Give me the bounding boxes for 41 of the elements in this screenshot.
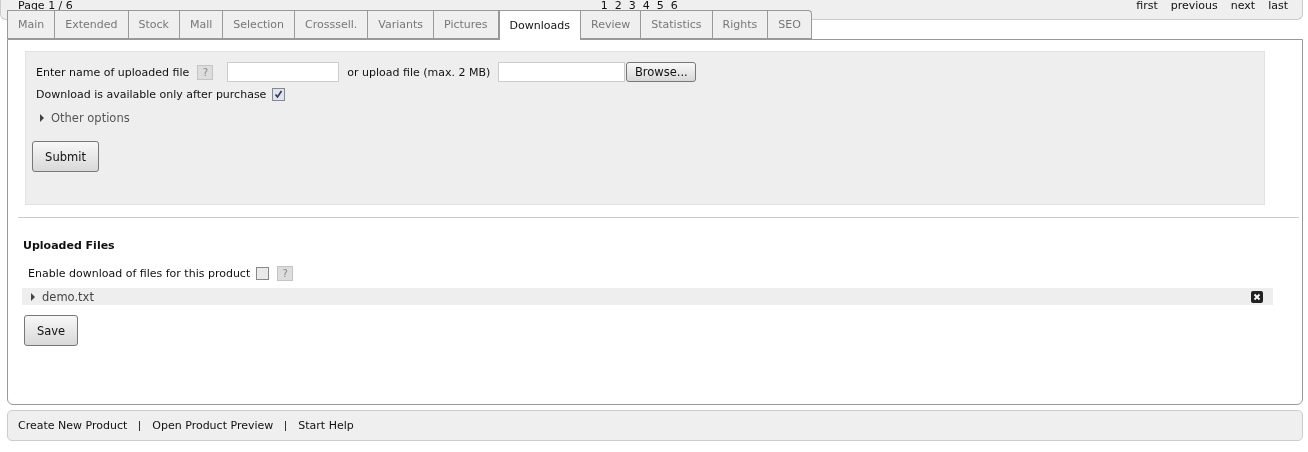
pager-link[interactable]: previous (1170, 0, 1218, 11)
field-label: Enter name of uploaded file (36, 66, 190, 78)
tab[interactable]: Pictures (434, 10, 499, 39)
page-link[interactable]: 4 (642, 0, 650, 11)
checkbox-label: Download is available only after purchase (36, 88, 267, 100)
page-link[interactable]: 2 (614, 0, 622, 11)
tab[interactable]: Mall (179, 10, 224, 39)
tab[interactable]: Variants (368, 10, 435, 39)
purchase-checkbox[interactable] (272, 87, 286, 101)
page-link[interactable]: 6 (670, 0, 678, 11)
delete-icon[interactable] (1251, 290, 1263, 303)
pager-link[interactable]: next (1230, 0, 1256, 11)
file-name[interactable]: demo.txt (30, 289, 94, 304)
checkbox-label: Enable download of files for this product (28, 267, 251, 279)
footer-link[interactable]: Create New Product (18, 420, 128, 431)
other-options-toggle[interactable]: Other options (36, 107, 1254, 129)
footer-link[interactable]: Start Help (298, 420, 354, 431)
tab[interactable]: Extended (55, 10, 129, 39)
section-title: Uploaded Files (23, 239, 116, 253)
tab[interactable]: Review (581, 10, 642, 39)
browse-button[interactable]: Browse... (626, 62, 697, 82)
field-label: or upload file (max. 2 MB) (347, 66, 491, 78)
pager-link[interactable]: first (1136, 0, 1158, 11)
submit-button[interactable]: Submit (32, 141, 99, 172)
tab[interactable]: Stock (128, 10, 180, 39)
filename-input[interactable] (227, 62, 340, 82)
tab[interactable]: Main (7, 10, 56, 39)
tab[interactable]: Downloads (498, 10, 581, 40)
save-button[interactable]: Save (24, 315, 78, 346)
page-link[interactable]: 5 (656, 0, 664, 11)
tab[interactable]: SEO (768, 10, 812, 39)
pager-link[interactable]: last (1268, 0, 1288, 11)
tab[interactable]: Crosssell. (295, 10, 369, 39)
tab[interactable]: Rights (712, 10, 769, 39)
tab[interactable]: Selection (223, 10, 295, 39)
tab[interactable]: Statistics (641, 10, 713, 39)
page-link[interactable]: 3 (628, 0, 636, 11)
footer-link[interactable]: Open Product Preview (152, 420, 274, 431)
page-link[interactable]: 1 (600, 0, 608, 11)
enable-checkbox[interactable] (256, 266, 270, 280)
upload-input[interactable] (498, 62, 626, 82)
